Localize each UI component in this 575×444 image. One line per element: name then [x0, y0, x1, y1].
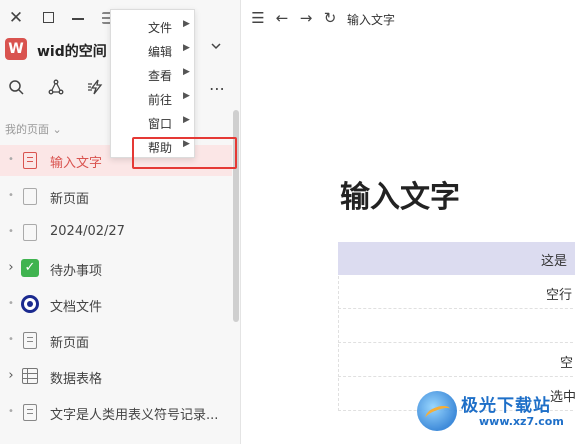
- list-item[interactable]: • 新页面: [0, 325, 232, 356]
- list-item-label: 2024/02/27: [50, 224, 125, 239]
- chevron-down-icon[interactable]: [210, 40, 222, 55]
- doc-icon: [23, 152, 37, 169]
- context-menu: 文件 ▶ 编辑 ▶ 查看 ▶ 前往 ▶ 窗口 ▶ 帮助 ▶: [110, 9, 195, 158]
- list-item-label: 数据表格: [50, 372, 103, 387]
- page-title[interactable]: 输入文字: [340, 172, 460, 216]
- menu-item-label: 查看: [148, 69, 173, 83]
- bullet-icon: •: [8, 226, 14, 237]
- menu-item-label: 编辑: [148, 45, 173, 59]
- space-name: wid的空间: [37, 44, 107, 60]
- blank-doc-icon: [23, 188, 37, 205]
- table-cell: 空: [560, 356, 574, 371]
- space-avatar: W: [5, 38, 27, 60]
- close-icon: ✕: [8, 8, 24, 28]
- flash-icon[interactable]: [86, 79, 106, 99]
- main-content: ☰ ← → ↻ 输入文字 输入文字 这是 空行 空 选中: [241, 0, 575, 444]
- watermark-logo-icon: [417, 391, 457, 431]
- blank-doc-icon: [23, 224, 37, 241]
- graph-icon[interactable]: [46, 79, 66, 99]
- section-title-my-pages[interactable]: 我的页面 ⌄: [5, 121, 62, 137]
- refresh-icon[interactable]: ↻: [321, 9, 339, 27]
- bullet-icon: •: [8, 154, 14, 165]
- back-arrow-icon[interactable]: ←: [273, 9, 291, 27]
- more-icon[interactable]: ⋯: [207, 79, 227, 99]
- list-item-label: 新页面: [50, 336, 90, 351]
- list-item[interactable]: › 数据表格: [0, 361, 232, 392]
- bullet-icon: •: [8, 334, 14, 345]
- list-item[interactable]: • 文字是人类用表义符号记录...: [0, 397, 232, 428]
- table-row[interactable]: 空行: [338, 276, 575, 309]
- list-item-label: 文档文件: [50, 300, 103, 315]
- menu-item-edit[interactable]: 编辑 ▶: [111, 39, 196, 63]
- chevron-right-icon: ▶: [183, 91, 190, 101]
- eye-icon: [21, 295, 39, 313]
- minimize-icon: [72, 18, 84, 20]
- bullet-icon: •: [8, 298, 14, 309]
- list-item-label: 文字是人类用表义符号记录...: [50, 408, 219, 423]
- chevron-right-icon[interactable]: ›: [6, 261, 16, 275]
- menu-item-window[interactable]: 窗口 ▶: [111, 111, 196, 135]
- forward-arrow-icon[interactable]: →: [297, 9, 315, 27]
- table-row[interactable]: [338, 310, 575, 343]
- menu-item-file[interactable]: 文件 ▶: [111, 15, 196, 39]
- list-item[interactable]: › ✓ 待办事项: [0, 253, 232, 284]
- highlight-annotation-box: [132, 137, 237, 169]
- watermark: 极光下载站 www.xz7.com: [417, 389, 575, 439]
- breadcrumb: 输入文字: [347, 13, 396, 27]
- menu-item-label: 前往: [148, 93, 173, 107]
- search-icon[interactable]: [6, 79, 26, 99]
- list-item-label: 待办事项: [50, 264, 103, 279]
- doc-icon: [23, 332, 37, 349]
- doc-icon: [23, 404, 37, 421]
- checkbox-icon: ✓: [21, 259, 39, 277]
- table-cell: 这是: [541, 254, 568, 269]
- list-item[interactable]: • 文档文件: [0, 289, 232, 320]
- table-header-row[interactable]: 这是: [338, 242, 575, 275]
- bullet-icon: •: [8, 190, 14, 201]
- chevron-right-icon: ▶: [183, 67, 190, 77]
- menu-item-view[interactable]: 查看 ▶: [111, 63, 196, 87]
- watermark-url: www.xz7.com: [479, 415, 564, 428]
- chevron-right-icon: ▶: [183, 19, 190, 29]
- maximize-window-button[interactable]: [39, 9, 57, 27]
- bullet-icon: •: [8, 406, 14, 417]
- menu-item-label: 窗口: [148, 117, 173, 131]
- maximize-icon: [42, 12, 54, 23]
- watermark-name: 极光下载站: [461, 396, 551, 416]
- list-item[interactable]: • 2024/02/27: [0, 217, 232, 248]
- menu-item-label: 文件: [148, 21, 173, 35]
- menu-item-go[interactable]: 前往 ▶: [111, 87, 196, 111]
- list-item[interactable]: • 新页面: [0, 181, 232, 212]
- chevron-right-icon: ▶: [183, 115, 190, 125]
- table-row[interactable]: 空: [338, 344, 575, 377]
- close-window-button[interactable]: ✕: [7, 9, 25, 27]
- table-icon: [22, 368, 38, 384]
- menu-icon[interactable]: ☰: [249, 9, 267, 27]
- chevron-right-icon[interactable]: ›: [6, 369, 16, 383]
- minimize-window-button[interactable]: [69, 9, 87, 27]
- table-cell: 空行: [546, 288, 573, 303]
- list-item-label: 新页面: [50, 192, 90, 207]
- main-toolbar: ☰ ← → ↻ 输入文字: [241, 0, 575, 36]
- chevron-right-icon: ▶: [183, 43, 190, 53]
